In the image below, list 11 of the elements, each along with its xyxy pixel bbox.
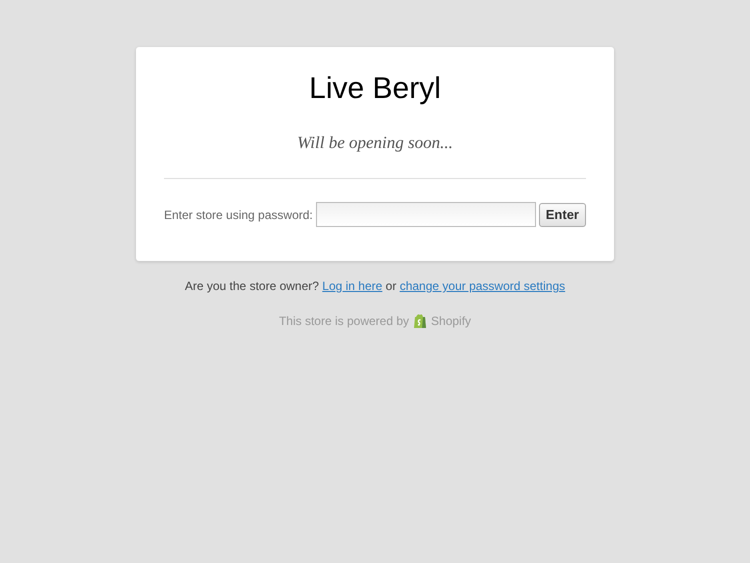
opening-message: Will be opening soon... <box>297 133 453 153</box>
login-link[interactable]: Log in here <box>322 279 382 293</box>
shopping-bag-icon <box>413 313 428 329</box>
password-field[interactable] <box>316 202 536 227</box>
store-title: Live Beryl <box>309 71 441 107</box>
password-label: Enter store using password: <box>164 208 313 222</box>
brand-name: Shopify <box>431 314 472 328</box>
powered-by-text: This store is powered by <box>278 314 410 328</box>
password-settings-link[interactable]: change your password settings <box>400 279 566 293</box>
owner-prompt: Are you the store owner? Log in here or change your password settings <box>184 279 566 293</box>
enter-button[interactable]: Enter <box>538 202 586 226</box>
